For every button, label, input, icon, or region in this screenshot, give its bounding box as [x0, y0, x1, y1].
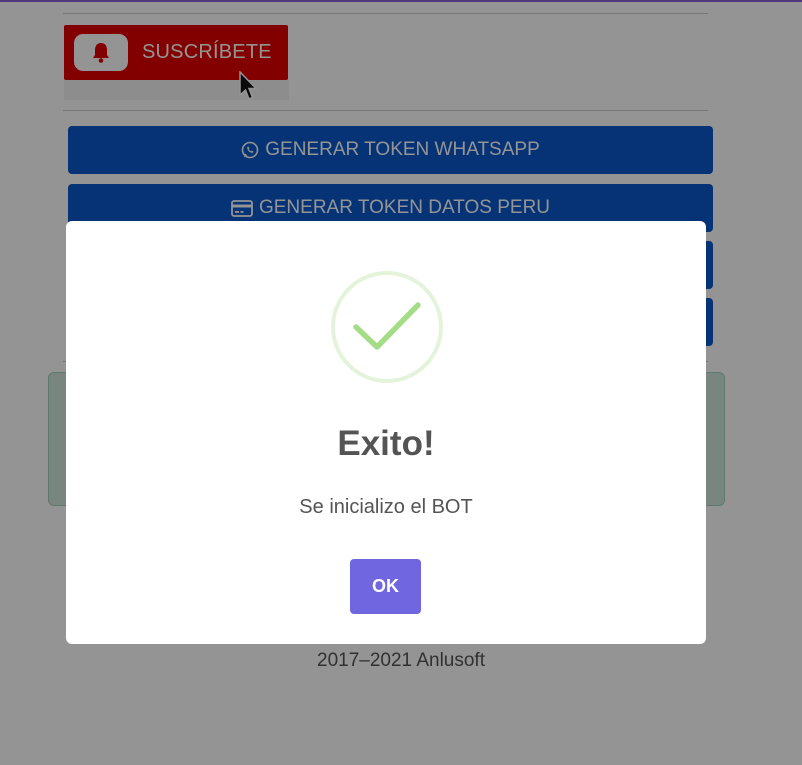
success-check-icon — [331, 271, 443, 383]
dialog-title: Exito! — [337, 424, 435, 463]
success-dialog: Exito! Se inicializo el BOT OK — [66, 221, 706, 644]
dialog-message: Se inicializo el BOT — [299, 496, 473, 518]
ok-button[interactable]: OK — [350, 559, 421, 614]
